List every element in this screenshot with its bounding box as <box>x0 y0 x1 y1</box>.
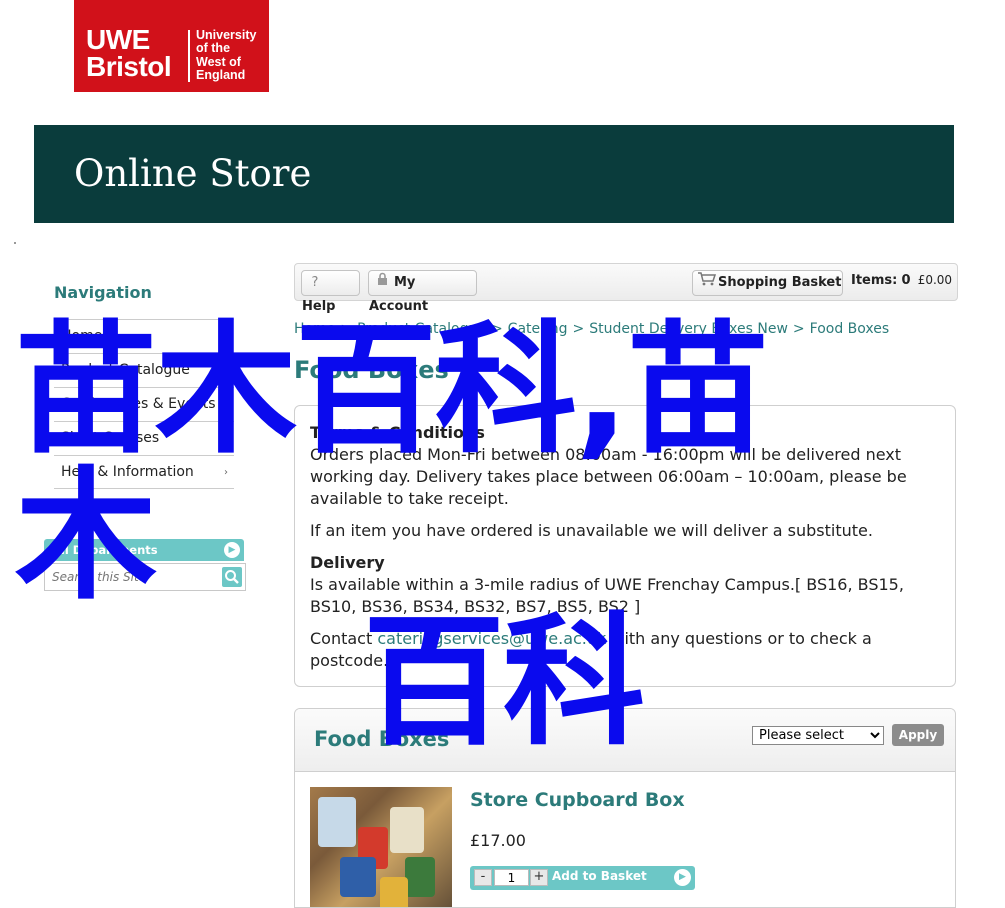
logo-divider <box>188 30 190 82</box>
quantity-input[interactable] <box>494 869 529 886</box>
breadcrumb-food-boxes[interactable]: Food Boxes <box>810 321 890 337</box>
delivery-heading: Delivery <box>310 553 385 572</box>
basket-label: Shopping Basket <box>718 275 842 290</box>
delivery-text: Is available within a 3-mile radius of U… <box>310 575 904 616</box>
divider-dot <box>14 242 16 244</box>
add-to-basket-control: - + Add to Basket ▶ <box>470 866 695 890</box>
lock-icon <box>374 271 390 295</box>
product-name-link[interactable]: Store Cupboard Box <box>470 789 685 811</box>
terms-text: Orders placed Mon-Fri between 08:00am - … <box>310 445 907 508</box>
logo-university-name: University of the West of England <box>196 28 257 83</box>
product-price: £17.00 <box>470 831 526 850</box>
help-button[interactable]: ? Help <box>301 270 360 314</box>
search-icon <box>225 570 239 584</box>
nav-item-label: Home <box>61 328 103 344</box>
sort-select[interactable]: Please select <box>752 726 884 745</box>
nav-item-help-information[interactable]: Help & Information › <box>54 455 234 489</box>
add-to-basket-button[interactable]: Add to Basket <box>552 869 647 883</box>
navigation-list: Home Product Catalogue Conferences & Eve… <box>54 319 234 489</box>
basket-summary: Items: 0 £0.00 <box>851 273 952 288</box>
account-toolbar: ? Help My Account Shopping Basket Items: … <box>294 263 958 314</box>
items-total: £0.00 <box>917 273 953 287</box>
apply-button[interactable]: Apply <box>892 724 944 746</box>
store-title: Online Store <box>74 152 312 195</box>
contact-email-link[interactable]: cateringservices@uwe.ac.uk <box>377 629 606 648</box>
breadcrumb-student-delivery-boxes[interactable]: Student Delivery Boxes New <box>589 321 788 337</box>
nav-item-home[interactable]: Home <box>54 319 234 353</box>
nav-item-short-courses[interactable]: Short Courses <box>54 421 234 455</box>
all-departments-dropdown[interactable]: All Departments ▶ <box>44 539 244 561</box>
nav-item-label: Product Catalogue <box>61 362 190 378</box>
store-banner: Online Store <box>34 125 954 223</box>
food-boxes-title: Food Boxes <box>314 727 450 751</box>
nav-item-product-catalogue[interactable]: Product Catalogue <box>54 353 234 387</box>
help-label: Help <box>302 299 336 314</box>
food-boxes-header: Food Boxes Please select Apply <box>295 709 955 772</box>
items-label: Items: <box>851 273 898 288</box>
product-image[interactable] <box>310 787 452 907</box>
my-account-button[interactable]: My Account <box>368 270 477 314</box>
nav-item-label: Conferences & Events <box>61 396 216 412</box>
increase-quantity-button[interactable]: + <box>530 869 548 886</box>
page-title: Food Boxes <box>294 356 449 384</box>
help-icon: ? <box>311 275 319 290</box>
items-count: 0 <box>901 273 911 288</box>
chevron-right-icon: › <box>224 467 228 478</box>
breadcrumb-catering[interactable]: Catering <box>508 321 568 337</box>
nav-item-label: Help & Information <box>61 464 194 480</box>
terms-panel: Terms & Conditions Orders placed Mon-Fri… <box>294 405 956 687</box>
search-button[interactable] <box>222 567 242 587</box>
terms-block: Terms & Conditions Orders placed Mon-Fri… <box>310 422 940 510</box>
navigation-heading: Navigation <box>54 283 152 302</box>
departments-label: All Departments <box>52 543 158 557</box>
terms-heading: Terms & Conditions <box>310 423 485 442</box>
site-search <box>44 563 246 591</box>
uwe-bristol-logo[interactable]: UWE Bristol University of the West of Eng… <box>74 0 269 92</box>
nav-item-label: Short Courses <box>61 430 160 446</box>
contact-prefix: Contact <box>310 629 373 648</box>
chevron-right-circle-icon: ▶ <box>674 869 691 886</box>
breadcrumb-home[interactable]: Home <box>294 321 335 337</box>
logo-wordmark: UWE Bristol <box>86 24 172 82</box>
contact-block: Contact cateringservices@uwe.ac.uk with … <box>310 628 940 672</box>
shopping-basket-button[interactable]: Shopping Basket <box>692 270 843 296</box>
chevron-right-circle-icon: ▶ <box>224 542 240 558</box>
breadcrumb: Home > Product Catalogue > Catering > Student … <box>294 321 890 337</box>
cart-icon <box>698 271 717 295</box>
delivery-block: Delivery Is available within a 3-mile ra… <box>310 552 940 618</box>
decrease-quantity-button[interactable]: - <box>474 869 492 886</box>
substitute-text: If an item you have ordered is unavailab… <box>310 521 873 540</box>
search-input[interactable] <box>45 564 220 590</box>
nav-item-conferences-events[interactable]: Conferences & Events <box>54 387 234 421</box>
breadcrumb-product-catalogue[interactable]: Product Catalogue <box>357 321 486 337</box>
food-boxes-panel: Food Boxes Please select Apply Store Cup… <box>294 708 956 908</box>
